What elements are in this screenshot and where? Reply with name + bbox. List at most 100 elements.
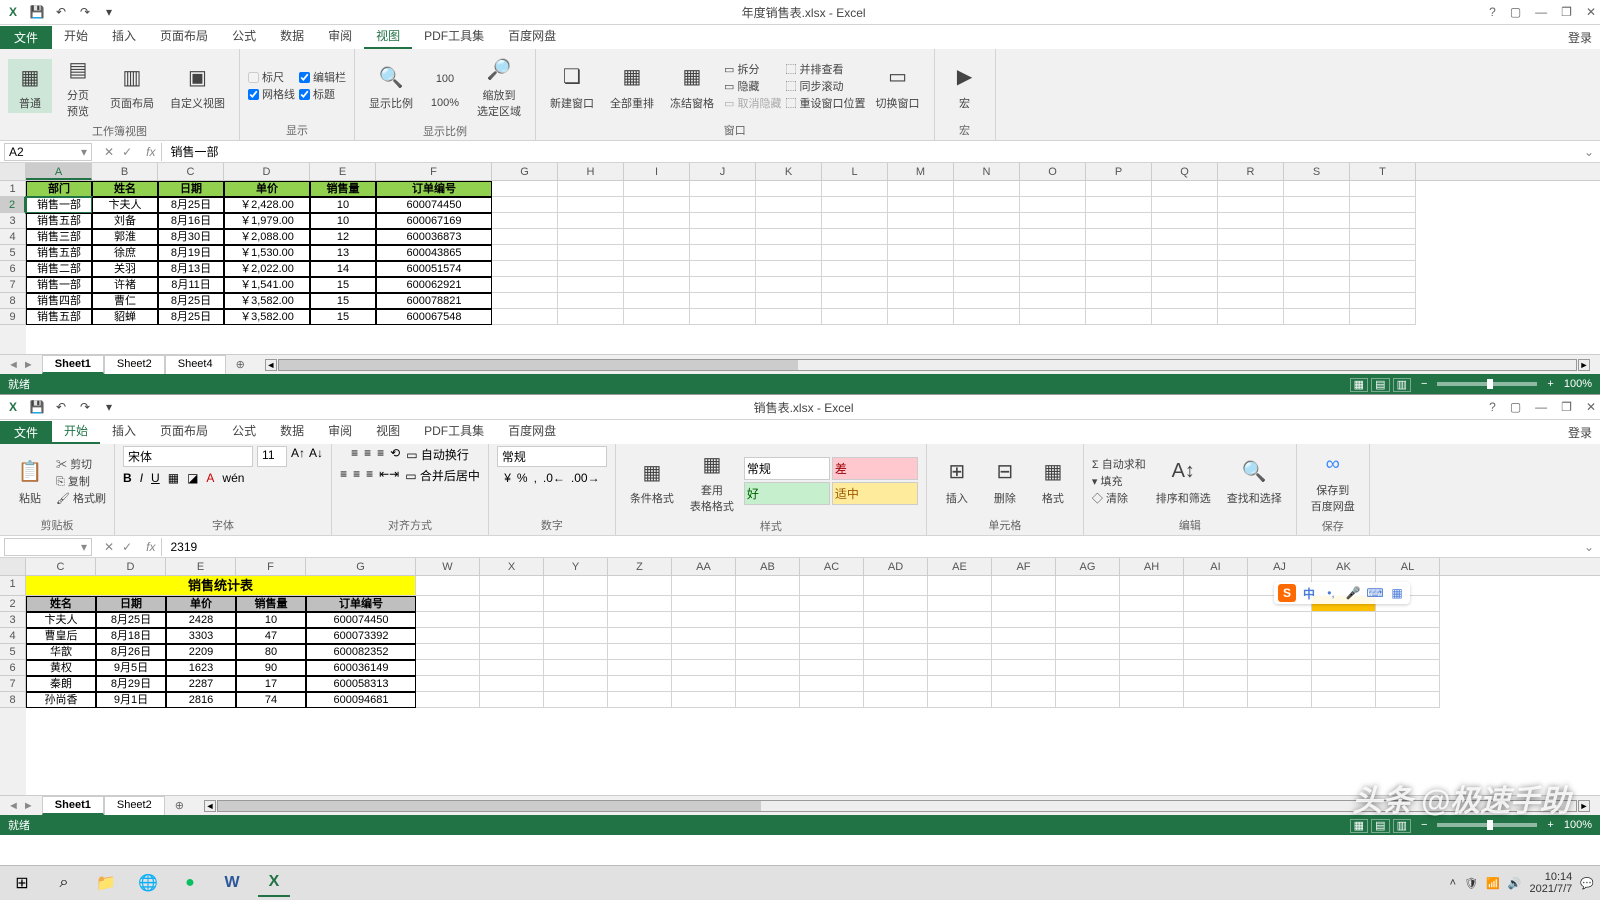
expand-formula-icon[interactable]: ⌄: [1578, 540, 1600, 554]
borders-button[interactable]: ▦: [168, 471, 179, 485]
col-header-D[interactable]: D: [96, 558, 166, 575]
undo-icon[interactable]: ↶: [52, 398, 70, 416]
ime-logo-icon[interactable]: S: [1278, 584, 1296, 602]
format-cells-button[interactable]: ▦格式: [1031, 454, 1075, 508]
col-header-AL[interactable]: AL: [1376, 558, 1440, 575]
help-icon[interactable]: ?: [1489, 5, 1496, 19]
style-good[interactable]: 好: [744, 482, 830, 505]
cell[interactable]: 17: [236, 676, 306, 692]
cell[interactable]: 9月5日: [96, 660, 166, 676]
zoom-out-icon[interactable]: −: [1421, 819, 1427, 831]
undo-icon[interactable]: ↶: [52, 3, 70, 21]
expand-formula-icon[interactable]: ⌄: [1578, 145, 1600, 159]
cell[interactable]: 2287: [166, 676, 236, 692]
fx-icon[interactable]: fx: [140, 540, 161, 554]
cell[interactable]: 销售五部: [26, 213, 92, 229]
save-icon[interactable]: 💾: [28, 398, 46, 416]
cell[interactable]: 14: [310, 261, 376, 277]
row-header[interactable]: 4: [0, 628, 26, 644]
cancel-icon[interactable]: ✕: [104, 145, 114, 159]
cell[interactable]: 2428: [166, 612, 236, 628]
col-header-F[interactable]: F: [376, 163, 492, 180]
col-header-L[interactable]: L: [822, 163, 888, 180]
help-icon[interactable]: ?: [1489, 400, 1496, 414]
col-header-I[interactable]: I: [624, 163, 690, 180]
sort-filter-button[interactable]: A↕排序和筛选: [1150, 454, 1217, 508]
cell[interactable]: 销售二部: [26, 261, 92, 277]
col-header-N[interactable]: N: [954, 163, 1020, 180]
tray-time[interactable]: 10:14: [1529, 871, 1572, 883]
col-header-D[interactable]: D: [224, 163, 310, 180]
hide-button[interactable]: ▭ 隐藏: [724, 78, 781, 94]
cell[interactable]: 10: [310, 213, 376, 229]
underline-button[interactable]: U: [151, 471, 160, 485]
macros-button[interactable]: ▶宏: [943, 59, 987, 113]
restore-icon[interactable]: ❐: [1561, 5, 1572, 19]
fill-button[interactable]: ▾ 填充: [1092, 473, 1146, 489]
tray-chevron-icon[interactable]: ˄: [1450, 877, 1456, 889]
tray-date[interactable]: 2021/7/7: [1529, 883, 1572, 895]
ribbon-options-icon[interactable]: ▢: [1510, 400, 1521, 414]
table-header[interactable]: 单价: [166, 596, 236, 612]
select-all-corner[interactable]: [0, 163, 26, 180]
cell[interactable]: ￥1,530.00: [224, 245, 310, 261]
arrange-all-button[interactable]: ▦全部重排: [604, 59, 660, 113]
cell[interactable]: 2816: [166, 692, 236, 708]
cell[interactable]: 12: [310, 229, 376, 245]
cut-button[interactable]: ✂ 剪切: [56, 456, 106, 472]
cell[interactable]: 关羽: [92, 261, 158, 277]
customize-icon[interactable]: ▾: [100, 398, 118, 416]
tab-插入[interactable]: 插入: [100, 24, 148, 49]
autosum-button[interactable]: Σ 自动求和: [1092, 456, 1146, 472]
wrap-text-button[interactable]: ▭ 自动换行: [406, 446, 469, 463]
fill-color-button[interactable]: ◪: [187, 471, 198, 485]
zoom-slider[interactable]: [1437, 382, 1537, 386]
delete-cells-button[interactable]: ⊟删除: [983, 454, 1027, 508]
cell[interactable]: 销售三部: [26, 229, 92, 245]
close-icon[interactable]: ✕: [1586, 5, 1596, 19]
table-header[interactable]: 销售量: [236, 596, 306, 612]
cell[interactable]: 600043865: [376, 245, 492, 261]
cell[interactable]: 8月18日: [96, 628, 166, 644]
cell[interactable]: 8月11日: [158, 277, 224, 293]
cell[interactable]: 8月25日: [96, 612, 166, 628]
enter-icon[interactable]: ✓: [122, 145, 132, 159]
cell[interactable]: 华歆: [26, 644, 96, 660]
col-header-A[interactable]: A: [26, 163, 92, 180]
add-sheet-button[interactable]: ⊕: [165, 799, 194, 812]
row-header[interactable]: 9: [0, 309, 26, 325]
col-header-X[interactable]: X: [480, 558, 544, 575]
resetpos-button[interactable]: ⬚ 重设窗口位置: [785, 95, 865, 111]
paste-button[interactable]: 📋粘贴: [8, 454, 52, 508]
cell[interactable]: 600074450: [306, 612, 416, 628]
cell[interactable]: 曹仁: [92, 293, 158, 309]
cell[interactable]: 600058313: [306, 676, 416, 692]
excel-taskbar-icon[interactable]: X: [258, 869, 290, 897]
select-all-corner[interactable]: [0, 558, 26, 575]
ribbon-options-icon[interactable]: ▢: [1510, 5, 1521, 19]
cell[interactable]: 许褚: [92, 277, 158, 293]
col-header-AD[interactable]: AD: [864, 558, 928, 575]
cell[interactable]: 8月30日: [158, 229, 224, 245]
minimize-icon[interactable]: —: [1535, 5, 1547, 19]
table-header[interactable]: 销售量: [310, 181, 376, 197]
cell[interactable]: 10: [310, 197, 376, 213]
table-header[interactable]: 姓名: [92, 181, 158, 197]
row-header[interactable]: 8: [0, 293, 26, 309]
table-header[interactable]: 订单编号: [376, 181, 492, 197]
row-header[interactable]: 5: [0, 245, 26, 261]
unhide-button[interactable]: ▭ 取消隐藏: [724, 95, 781, 111]
col-header-Z[interactable]: Z: [608, 558, 672, 575]
cell[interactable]: 销售一部: [26, 277, 92, 293]
cell[interactable]: ￥3,582.00: [224, 293, 310, 309]
italic-button[interactable]: I: [140, 471, 143, 485]
cell[interactable]: 8月29日: [96, 676, 166, 692]
cell[interactable]: 600074450: [376, 197, 492, 213]
row-header[interactable]: 6: [0, 261, 26, 277]
row-header[interactable]: 2: [0, 596, 26, 612]
cell[interactable]: 曹皇后: [26, 628, 96, 644]
formula-input[interactable]: 销售一部: [161, 143, 1577, 161]
row-header[interactable]: 8: [0, 692, 26, 708]
row-header[interactable]: 7: [0, 676, 26, 692]
cell[interactable]: ￥1,979.00: [224, 213, 310, 229]
